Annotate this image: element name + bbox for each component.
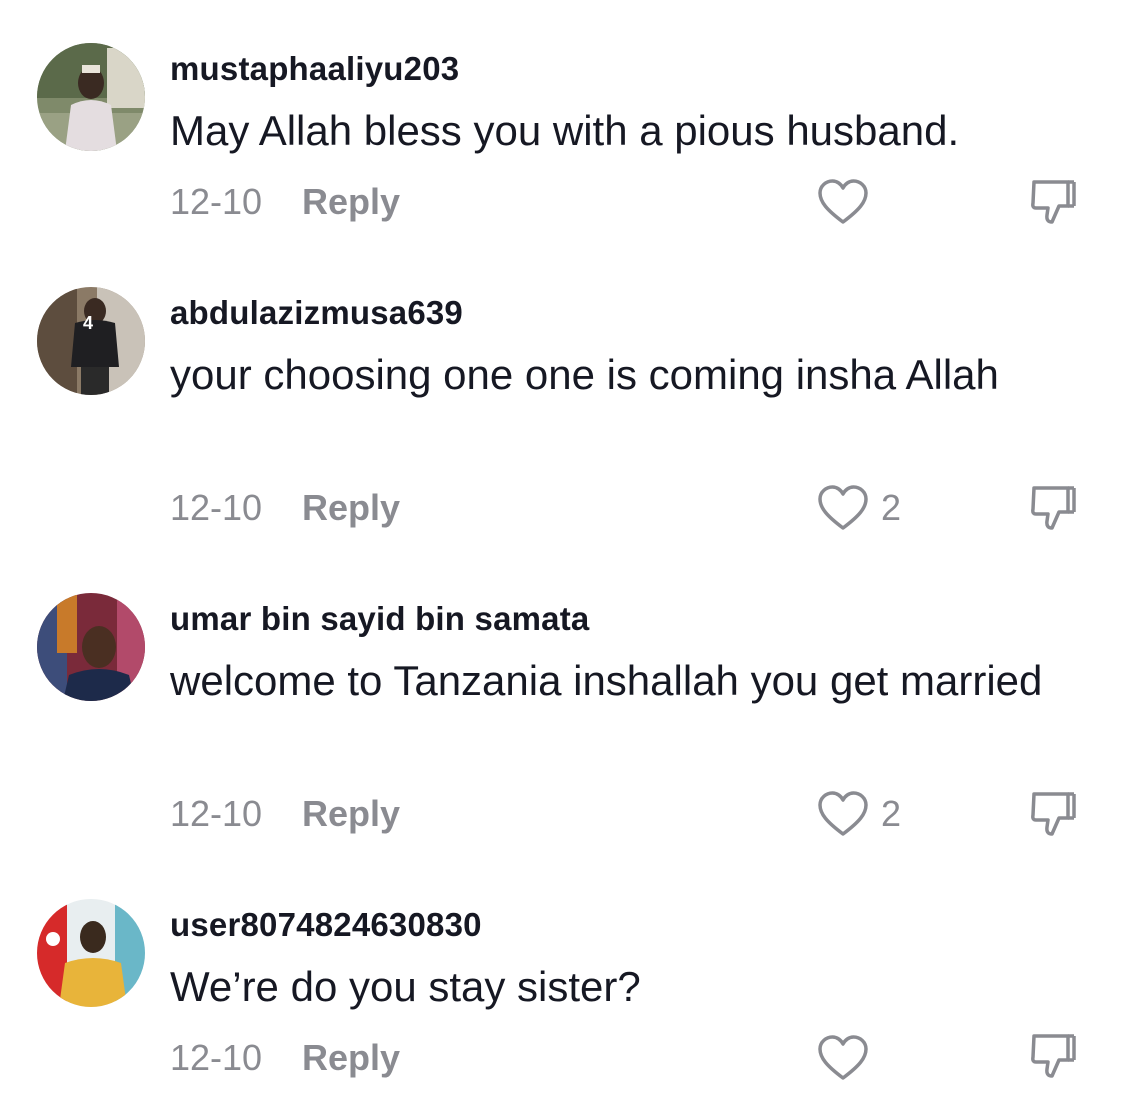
comment-date: 12-10 <box>170 793 263 834</box>
comment-text: welcome to Tanzania inshallah you get ma… <box>170 657 1043 704</box>
like-count: 2 <box>881 487 902 528</box>
comment-text: May Allah bless you with a pious husband… <box>170 107 960 154</box>
avatar[interactable] <box>37 593 145 701</box>
heart-icon[interactable] <box>817 484 869 532</box>
svg-text:4: 4 <box>83 313 93 333</box>
avatar[interactable] <box>37 899 145 1007</box>
avatar[interactable] <box>37 43 145 151</box>
reply-button[interactable]: Reply <box>302 1037 400 1079</box>
comment-text: We’re do you stay sister? <box>170 963 641 1010</box>
heart-icon[interactable] <box>817 178 869 226</box>
reply-button[interactable]: Reply <box>302 793 400 835</box>
comment-text: your choosing one one is coming insha Al… <box>170 351 999 398</box>
thumbs-down-icon[interactable] <box>1028 176 1080 228</box>
username[interactable]: user8074824630830 <box>170 906 482 944</box>
comment-date: 12-10 <box>170 487 263 528</box>
comment-date: 12-10 <box>170 1037 263 1078</box>
like-count: 2 <box>881 793 902 834</box>
heart-icon[interactable] <box>817 790 869 838</box>
username[interactable]: umar bin sayid bin samata <box>170 600 589 638</box>
heart-icon[interactable] <box>817 1034 869 1082</box>
reply-button[interactable]: Reply <box>302 181 400 223</box>
username[interactable]: abdulazizmusa639 <box>170 294 463 332</box>
thumbs-down-icon[interactable] <box>1028 482 1080 534</box>
thumbs-down-icon[interactable] <box>1028 1030 1080 1082</box>
thumbs-down-icon[interactable] <box>1028 788 1080 840</box>
reply-button[interactable]: Reply <box>302 487 400 529</box>
comment-date: 12-10 <box>170 181 263 222</box>
avatar[interactable]: 4 <box>37 287 145 395</box>
username[interactable]: mustaphaaliyu203 <box>170 50 459 88</box>
